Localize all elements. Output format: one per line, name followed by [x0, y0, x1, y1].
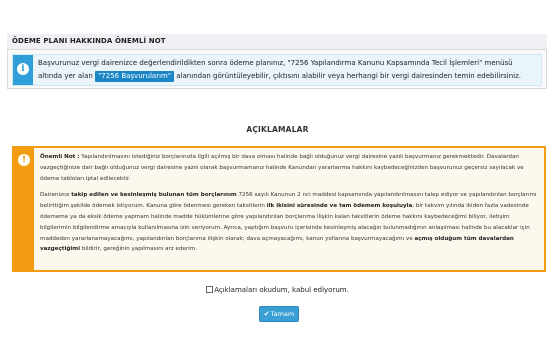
- p2-bold-b: takip edilen ve kesinleşmiş bulunan tüm …: [71, 192, 237, 199]
- info-text-after: alanından görüntüleyebilir, çıktısını al…: [174, 72, 522, 80]
- important-note-text: Yapılandırılmasını istediğiniz borçların…: [40, 154, 524, 182]
- note-title: ÖDEME PLANI HAKKINDA ÖNEMLİ NOT: [12, 37, 166, 45]
- info-text: Başvurunuz vergi dairenizce değerlendiri…: [38, 57, 538, 83]
- page: ÖDEME PLANI HAKKINDA ÖNEMLİ NOT i Başvur…: [0, 0, 555, 355]
- p2-text-a: Dairenizce: [40, 192, 72, 199]
- note-header: ÖDEME PLANI HAKKINDA ÖNEMLİ NOT: [7, 34, 547, 50]
- important-note-label: Önemli Not :: [40, 154, 80, 160]
- ok-button[interactable]: ✔Tamam: [259, 306, 299, 322]
- consent-checkbox[interactable]: [206, 286, 214, 293]
- p2-bold-d: ilk ikisini süresinde ve tam ödemem koşu…: [266, 203, 413, 210]
- ok-button-label: Tamam: [270, 310, 295, 318]
- consent-label[interactable]: Açıklamaları okudum, kabul ediyorum.: [214, 286, 349, 294]
- warning-alert: ! Önemli Not : Yapılandırılmasını istedi…: [12, 146, 546, 272]
- info-icon: i: [17, 63, 29, 75]
- info-alert: i Başvurunuz vergi dairenizce değerlendi…: [12, 54, 542, 86]
- warning-content: Önemli Not : Yapılandırılmasını istediği…: [40, 152, 540, 261]
- section-title: AÇIKLAMALAR: [246, 125, 309, 134]
- warning-paragraph-1: Önemli Not : Yapılandırılmasını istediği…: [40, 152, 540, 184]
- consent-row: Açıklamaları okudum, kabul ediyorum.: [0, 286, 555, 294]
- info-icon-bar: i: [13, 55, 33, 85]
- check-icon: ✔: [263, 310, 270, 318]
- exclamation-icon: !: [18, 154, 30, 166]
- warning-paragraph-2: Dairenizce takip edilen ve kesinleşmiş b…: [40, 190, 540, 255]
- p2-text-g: bildirir, gereğinin yapılmasını arz eder…: [80, 246, 198, 253]
- warning-icon-bar: !: [14, 148, 34, 270]
- basvurularim-link[interactable]: "7256 Başvurularım": [95, 71, 175, 82]
